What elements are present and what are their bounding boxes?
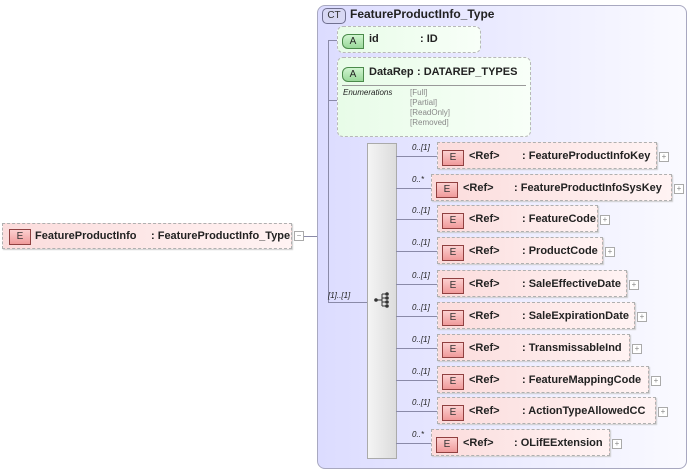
- attribute-badge: A: [342, 67, 364, 82]
- element-ref[interactable]: E <Ref> : SaleEffectiveDate: [437, 270, 627, 297]
- element-cardinality: 0..[1]: [412, 335, 430, 344]
- element-name: : OLifEExtension: [514, 437, 603, 449]
- element-cardinality: 0..[1]: [412, 206, 430, 215]
- attribute-id[interactable]: A id : ID: [337, 26, 481, 53]
- element-ref[interactable]: E <Ref> : ActionTypeAllowedCC: [437, 397, 656, 424]
- attribute-name: id: [369, 33, 379, 45]
- element-cardinality: 0..[1]: [412, 238, 430, 247]
- element-cardinality: 0..[1]: [412, 271, 430, 280]
- element-badge: E: [442, 245, 464, 261]
- element-ref-label: <Ref>: [469, 213, 500, 225]
- element-badge: E: [436, 437, 458, 453]
- element-name: : FeatureCode: [522, 213, 596, 225]
- element-badge: E: [442, 213, 464, 229]
- element-ref-label: <Ref>: [469, 405, 500, 417]
- root-element-type: : FeatureProductInfo_Type: [151, 230, 291, 242]
- enumeration-value: [ReadOnly]: [410, 108, 451, 117]
- enumeration-value: [Removed]: [410, 118, 449, 127]
- attribute-badge: A: [342, 34, 364, 49]
- element-ref-label: <Ref>: [469, 278, 500, 290]
- element-badge: E: [442, 405, 464, 421]
- element-cardinality: 0..*: [412, 175, 425, 184]
- connector: [328, 40, 329, 302]
- connector: [396, 411, 437, 412]
- attribute-datarep[interactable]: A DataRep : DATAREP_TYPES Enumerations […: [337, 57, 531, 137]
- enumeration-list: [Full] [Partial] [ReadOnly] [Removed]: [410, 88, 450, 128]
- element-name: : ProductCode: [522, 245, 598, 257]
- element-cardinality: 0..[1]: [412, 398, 430, 407]
- element-ref[interactable]: E <Ref> : FeatureProductInfoSysKey: [431, 174, 672, 201]
- root-element-name: FeatureProductInfo: [35, 230, 137, 242]
- connector: [396, 316, 437, 317]
- element-ref-label: <Ref>: [469, 245, 500, 257]
- expand-button[interactable]: +: [612, 439, 622, 449]
- root-element[interactable]: E FeatureProductInfo : FeatureProductInf…: [2, 223, 292, 249]
- element-name: : TransmissableInd: [522, 342, 622, 354]
- expand-button[interactable]: +: [629, 280, 639, 290]
- element-name: : FeatureProductInfoKey: [522, 150, 651, 162]
- expand-button[interactable]: +: [632, 344, 642, 354]
- element-badge: E: [9, 229, 31, 245]
- element-ref-label: <Ref>: [469, 150, 500, 162]
- element-name: : FeatureMappingCode: [522, 374, 642, 386]
- expand-button[interactable]: +: [651, 376, 661, 386]
- connector: [396, 188, 431, 189]
- element-cardinality: 0..*: [412, 430, 425, 439]
- expand-button[interactable]: +: [637, 312, 647, 322]
- element-ref[interactable]: E <Ref> : ProductCode: [437, 237, 603, 264]
- element-ref[interactable]: E <Ref> : FeatureMappingCode: [437, 366, 649, 393]
- collapse-button[interactable]: −: [294, 231, 304, 241]
- enumeration-value: [Partial]: [410, 98, 438, 107]
- connector: [396, 156, 437, 157]
- connector: [396, 251, 437, 252]
- divider: [342, 85, 526, 86]
- sequence-cardinality: [1]..[1]: [328, 291, 351, 300]
- enumerations-label: Enumerations: [343, 88, 393, 97]
- attribute-type: : ID: [420, 33, 438, 45]
- element-cardinality: 0..[1]: [412, 367, 430, 376]
- connector: [396, 380, 437, 381]
- element-ref-label: <Ref>: [469, 342, 500, 354]
- element-ref-label: <Ref>: [463, 437, 494, 449]
- connector: [328, 302, 367, 303]
- expand-button[interactable]: +: [674, 184, 684, 194]
- connector: [396, 219, 437, 220]
- element-badge: E: [442, 150, 464, 166]
- element-badge: E: [442, 278, 464, 294]
- connector: [396, 443, 431, 444]
- enumeration-value: [Full]: [410, 88, 428, 97]
- attribute-type: : DATAREP_TYPES: [417, 66, 518, 78]
- element-ref[interactable]: E <Ref> : OLifEExtension: [431, 429, 610, 456]
- expand-button[interactable]: +: [659, 152, 669, 162]
- expand-button[interactable]: +: [605, 247, 615, 257]
- element-ref-label: <Ref>: [463, 182, 494, 194]
- connector: [396, 348, 437, 349]
- element-ref[interactable]: E <Ref> : SaleExpirationDate: [437, 302, 635, 329]
- element-name: : ActionTypeAllowedCC: [522, 405, 646, 417]
- element-cardinality: 0..[1]: [412, 143, 430, 152]
- element-name: : SaleEffectiveDate: [522, 278, 622, 290]
- expand-button[interactable]: +: [658, 407, 668, 417]
- element-name: : SaleExpirationDate: [522, 310, 629, 322]
- element-ref-label: <Ref>: [469, 374, 500, 386]
- connector: [396, 284, 437, 285]
- element-cardinality: 0..[1]: [412, 303, 430, 312]
- sequence-icon: [374, 292, 389, 308]
- element-badge: E: [442, 310, 464, 326]
- element-ref-label: <Ref>: [469, 310, 500, 322]
- element-badge: E: [436, 182, 458, 198]
- element-badge: E: [442, 374, 464, 390]
- expand-button[interactable]: +: [600, 215, 610, 225]
- element-ref[interactable]: E <Ref> : FeatureProductInfoKey: [437, 142, 657, 169]
- complex-type-badge: CT: [322, 8, 346, 24]
- element-ref[interactable]: E <Ref> : TransmissableInd: [437, 334, 630, 361]
- attribute-name: DataRep: [369, 66, 414, 78]
- element-name: : FeatureProductInfoSysKey: [514, 182, 662, 194]
- element-ref[interactable]: E <Ref> : FeatureCode: [437, 205, 598, 232]
- complex-type-title: FeatureProductInfo_Type: [350, 7, 495, 21]
- element-badge: E: [442, 342, 464, 358]
